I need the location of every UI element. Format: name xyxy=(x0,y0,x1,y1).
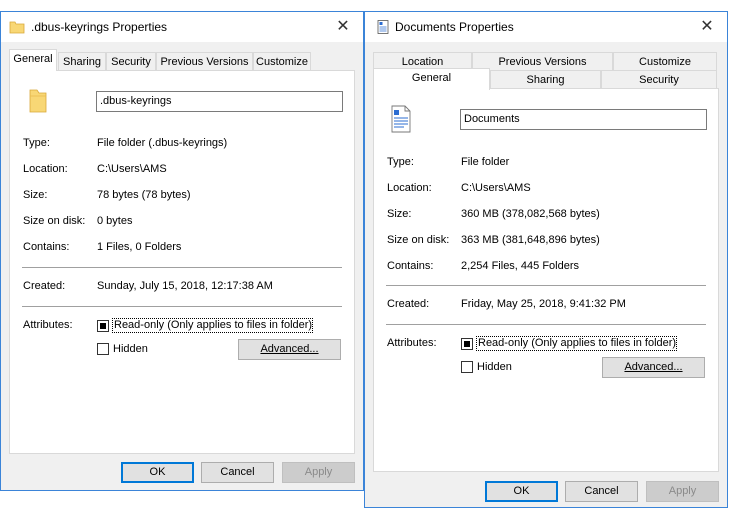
general-panel: .dbus-keyrings Type: File folder (.dbus-… xyxy=(9,70,355,454)
ok-button[interactable]: OK xyxy=(121,462,194,483)
separator xyxy=(386,285,706,286)
folder-icon xyxy=(9,21,25,34)
created-label: Created: xyxy=(387,298,430,310)
folder-icon xyxy=(29,89,47,113)
close-button[interactable]: ✕ xyxy=(323,12,363,42)
tab-security[interactable]: Security xyxy=(601,70,717,89)
readonly-checkbox[interactable] xyxy=(461,338,473,350)
hidden-label[interactable]: Hidden xyxy=(113,343,148,355)
readonly-checkbox[interactable] xyxy=(97,320,109,332)
readonly-label[interactable]: Read-only (Only applies to files in fold… xyxy=(112,318,314,333)
location-label: Location: xyxy=(387,182,432,194)
size-on-disk-value: 0 bytes xyxy=(97,215,133,227)
attributes-label: Attributes: xyxy=(387,337,437,349)
general-panel: Documents Type: File folder Location: C:… xyxy=(373,88,719,472)
documents-icon xyxy=(391,105,411,133)
window-title: .dbus-keyrings Properties xyxy=(31,20,168,34)
created-label: Created: xyxy=(23,280,66,292)
apply-button[interactable]: Apply xyxy=(282,462,355,483)
contains-value: 2,254 Files, 445 Folders xyxy=(461,260,580,272)
tab-general[interactable]: General xyxy=(373,68,490,90)
hidden-checkbox[interactable] xyxy=(461,361,473,373)
advanced-button[interactable]: Advanced... xyxy=(602,357,705,378)
folder-name-field[interactable]: Documents xyxy=(460,109,707,130)
attributes-label: Attributes: xyxy=(23,319,73,331)
type-label: Type: xyxy=(23,137,50,149)
left-properties-window: .dbus-keyrings Properties ✕ General Shar… xyxy=(0,11,364,491)
size-on-disk-label: Size on disk: xyxy=(23,215,86,227)
documents-icon xyxy=(377,20,389,34)
location-value: C:\Users\AMS xyxy=(97,163,167,175)
type-label: Type: xyxy=(387,156,414,168)
advanced-button-label: Advanced... xyxy=(260,343,319,355)
apply-button[interactable]: Apply xyxy=(646,481,719,502)
separator xyxy=(22,267,342,268)
ok-button[interactable]: OK xyxy=(485,481,558,502)
contains-label: Contains: xyxy=(23,241,70,253)
tab-security[interactable]: Security xyxy=(106,52,156,71)
tab-previous-versions[interactable]: Previous Versions xyxy=(472,52,613,71)
close-icon: ✕ xyxy=(336,18,350,35)
type-value: File folder xyxy=(461,156,510,168)
size-on-disk-label: Size on disk: xyxy=(387,234,450,246)
separator xyxy=(386,324,706,325)
contains-value: 1 Files, 0 Folders xyxy=(97,241,182,253)
hidden-label[interactable]: Hidden xyxy=(477,361,512,373)
folder-name-field[interactable]: .dbus-keyrings xyxy=(96,91,343,112)
tab-customize[interactable]: Customize xyxy=(613,52,717,71)
size-label: Size: xyxy=(387,208,412,220)
size-on-disk-value: 363 MB (381,648,896 bytes) xyxy=(461,234,600,246)
created-value: Sunday, July 15, 2018, 12:17:38 AM xyxy=(97,280,273,292)
type-value: File folder (.dbus-keyrings) xyxy=(97,137,228,149)
created-value: Friday, May 25, 2018, 9:41:32 PM xyxy=(461,298,626,310)
location-label: Location: xyxy=(23,163,68,175)
contains-label: Contains: xyxy=(387,260,434,272)
readonly-label[interactable]: Read-only (Only applies to files in fold… xyxy=(476,336,678,351)
tab-previous-versions[interactable]: Previous Versions xyxy=(156,52,253,71)
location-value: C:\Users\AMS xyxy=(461,182,531,194)
size-label: Size: xyxy=(23,189,48,201)
tab-general[interactable]: General xyxy=(9,49,57,71)
cancel-button[interactable]: Cancel xyxy=(565,481,638,502)
size-value: 360 MB (378,082,568 bytes) xyxy=(461,208,600,220)
advanced-button[interactable]: Advanced... xyxy=(238,339,341,360)
left-title-bar[interactable]: .dbus-keyrings Properties ✕ xyxy=(1,12,363,42)
cancel-button[interactable]: Cancel xyxy=(201,462,274,483)
tab-sharing[interactable]: Sharing xyxy=(58,52,106,71)
right-properties-window: Documents Properties ✕ Location Previous… xyxy=(364,11,728,508)
tab-customize[interactable]: Customize xyxy=(253,52,311,71)
right-title-bar[interactable]: Documents Properties ✕ xyxy=(365,12,727,42)
close-icon: ✕ xyxy=(700,18,714,35)
hidden-checkbox[interactable] xyxy=(97,343,109,355)
separator xyxy=(22,306,342,307)
window-title: Documents Properties xyxy=(395,20,514,34)
advanced-button-label: Advanced... xyxy=(624,361,683,373)
tab-sharing[interactable]: Sharing xyxy=(490,70,601,89)
size-value: 78 bytes (78 bytes) xyxy=(97,189,191,201)
close-button[interactable]: ✕ xyxy=(687,12,727,42)
